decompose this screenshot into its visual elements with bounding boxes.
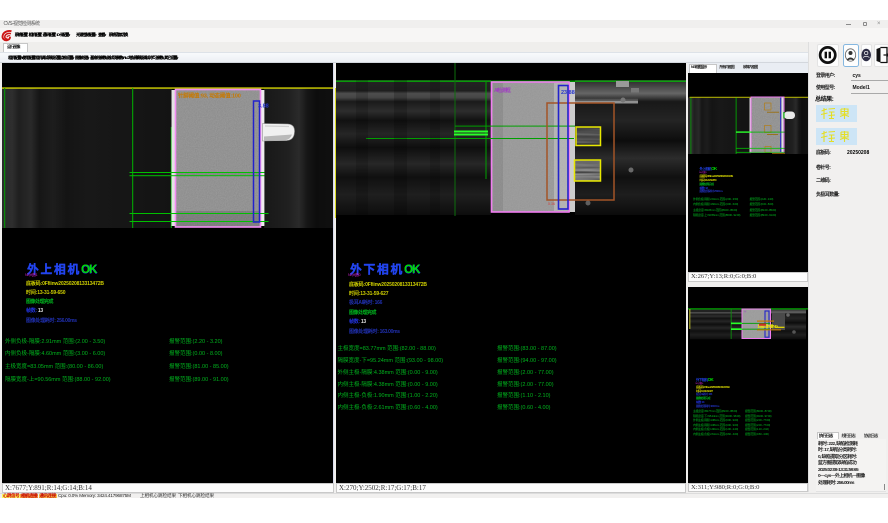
svg-text:3.88: 3.88 xyxy=(258,104,269,110)
svg-text:23.88: 23.88 xyxy=(561,90,575,96)
svg-text:AI检测框: AI检测框 xyxy=(494,87,511,94)
svg-text:AI: AI xyxy=(744,311,747,314)
svg-text:5.36: 5.36 xyxy=(548,202,555,206)
svg-text:针脚阈值:93, 动态阈值:100: 针脚阈值:93, 动态阈值:100 xyxy=(178,92,241,100)
